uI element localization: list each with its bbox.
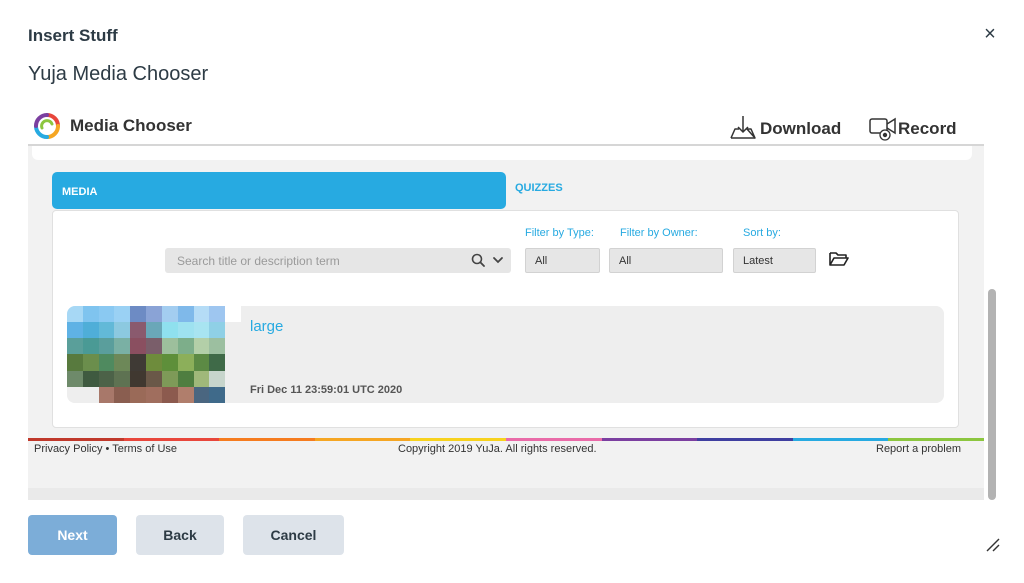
footer-band xyxy=(28,488,984,500)
record-icon xyxy=(869,117,896,141)
filter-type-select[interactable]: All xyxy=(525,248,600,273)
back-button[interactable]: Back xyxy=(136,515,224,555)
footer-links: Privacy Policy • Terms of Use xyxy=(34,443,177,455)
resize-grip-icon[interactable] xyxy=(984,536,1000,552)
search-box xyxy=(165,248,511,273)
search-input[interactable] xyxy=(165,248,465,273)
media-item-title[interactable]: large xyxy=(250,318,283,335)
scrollbar-thumb[interactable] xyxy=(988,289,996,500)
close-icon[interactable]: × xyxy=(980,24,1000,44)
footer-divider xyxy=(28,438,984,441)
tab-quizzes[interactable]: QUIZZES xyxy=(515,182,563,194)
chooser-header: Media Chooser Download Record xyxy=(28,106,984,146)
filter-type-label: Filter by Type: xyxy=(525,227,594,239)
download-icon xyxy=(730,116,756,139)
footer-separator: • xyxy=(102,443,113,455)
privacy-policy-link[interactable]: Privacy Policy xyxy=(34,443,102,455)
download-label: Download xyxy=(760,119,842,138)
media-panel: Filter by Type: Filter by Owner: Sort by… xyxy=(52,210,959,428)
chevron-down-icon[interactable] xyxy=(492,254,504,266)
download-button[interactable]: Download xyxy=(728,108,841,142)
chooser-title: Media Chooser xyxy=(70,116,192,135)
sort-select[interactable]: Latest xyxy=(733,248,816,273)
footer-copyright: Copyright 2019 YuJa. All rights reserved… xyxy=(398,443,597,455)
media-chooser-frame: Media Chooser Download Record MEDIA QUIZ… xyxy=(28,106,984,500)
media-item[interactable]: large Fri Dec 11 23:59:01 UTC 2020 xyxy=(67,306,944,403)
media-thumbnail xyxy=(67,306,241,403)
search-icon[interactable] xyxy=(471,253,485,267)
filter-owner-select[interactable]: All xyxy=(609,248,723,273)
record-button[interactable]: Record xyxy=(868,108,957,142)
frame-scrollbar[interactable] xyxy=(986,106,999,500)
sort-label: Sort by: xyxy=(743,227,781,239)
media-item-date: Fri Dec 11 23:59:01 UTC 2020 xyxy=(250,384,403,396)
record-label: Record xyxy=(898,119,957,138)
cancel-button[interactable]: Cancel xyxy=(243,515,344,555)
section-title: Yuja Media Chooser xyxy=(28,63,209,85)
report-problem-link[interactable]: Report a problem xyxy=(876,443,961,455)
logo-icon xyxy=(34,113,60,139)
folder-icon[interactable] xyxy=(829,251,849,267)
terms-of-use-link[interactable]: Terms of Use xyxy=(112,443,177,455)
next-button[interactable]: Next xyxy=(28,515,117,555)
filter-owner-label: Filter by Owner: xyxy=(620,227,698,239)
tab-media[interactable]: MEDIA xyxy=(52,172,506,209)
dialog-title: Insert Stuff xyxy=(28,26,118,45)
header-strip xyxy=(32,146,972,160)
